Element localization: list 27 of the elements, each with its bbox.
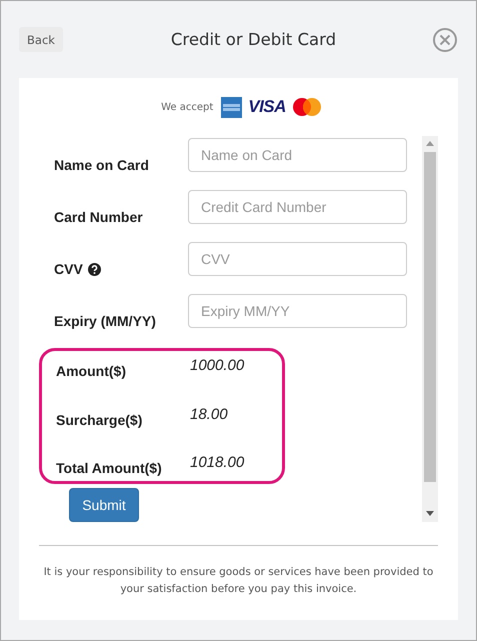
text-field[interactable]: Name on Card	[188, 138, 407, 172]
field-label: CVV	[54, 261, 83, 277]
text-field[interactable]: Credit Card Number	[188, 190, 407, 224]
field-label: Name on Card	[54, 157, 149, 173]
submit-button[interactable]: Submit	[69, 488, 139, 522]
responsibility-notice: It is your responsibility to ensure goods or services have been provided to your satisfaction before you pay this invoice.	[43, 565, 434, 597]
amount-value: 1000.00	[190, 357, 244, 374]
help-icon[interactable]	[88, 262, 101, 276]
dialog-title: Credit or Debit Card	[170, 30, 338, 49]
visa-logo: VISA	[248, 97, 286, 117]
close-button[interactable]	[432, 26, 458, 52]
scroll-up-arrow-icon[interactable]	[426, 141, 434, 146]
field-label: Expiry (MM/YY)	[54, 313, 156, 329]
amount-value: 1018.00	[190, 454, 244, 471]
mastercard-logo-icon	[292, 97, 322, 117]
scroll-down-arrow-icon[interactable]	[426, 511, 434, 516]
amount-label: Surcharge($)	[56, 412, 144, 428]
back-button[interactable]: Back	[19, 27, 63, 52]
amex-logo-icon	[221, 96, 242, 118]
text-field[interactable]: CVV	[188, 242, 407, 276]
we-accept-label: We accept	[161, 102, 214, 112]
field-label: Card Number	[54, 209, 143, 225]
amount-label: Total Amount($)	[56, 460, 163, 476]
text-field[interactable]: Expiry MM/YY	[188, 294, 407, 328]
amount-value: 18.00	[190, 406, 228, 422]
scrollbar[interactable]	[422, 136, 438, 522]
amount-label: Amount($)	[56, 363, 127, 379]
